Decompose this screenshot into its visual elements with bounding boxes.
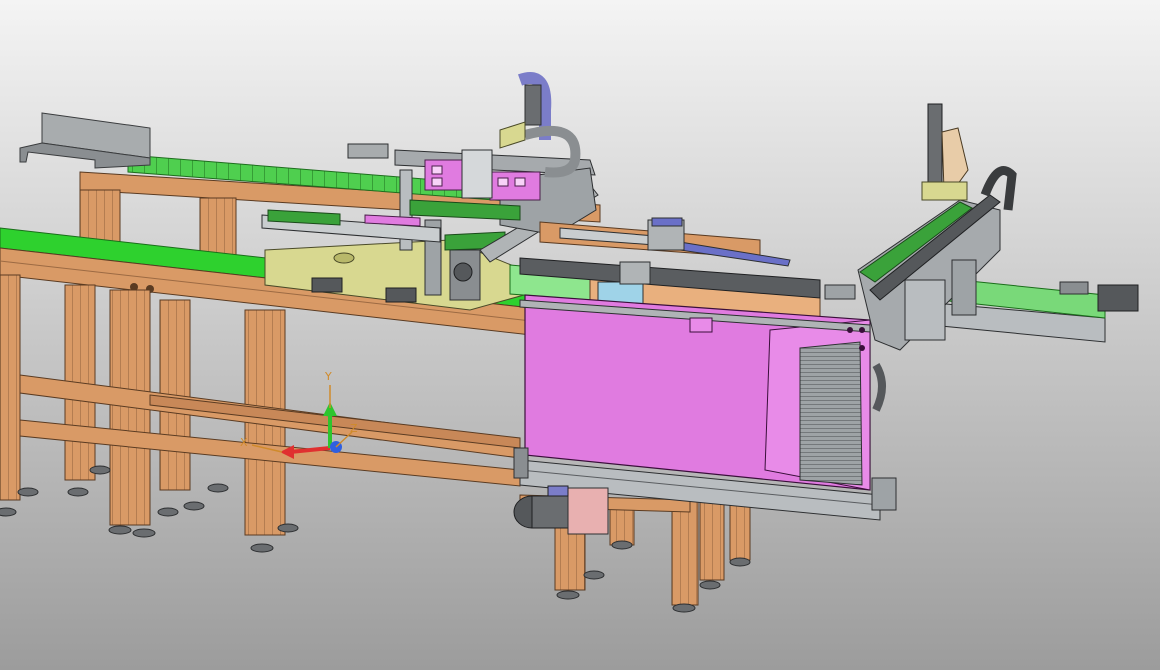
exit-end-roller <box>1097 284 1139 312</box>
carriage-window <box>431 165 443 175</box>
lift-column <box>951 259 977 316</box>
carriage-window <box>431 177 443 187</box>
panel-bolt <box>859 345 865 351</box>
cylinder-clamp <box>651 217 683 227</box>
base-clamp <box>311 277 343 293</box>
drive-motor-body <box>531 495 569 529</box>
z-axis-label: Z <box>350 422 358 435</box>
panel-bolt <box>847 327 853 333</box>
frame-leg <box>699 499 725 581</box>
sensor <box>824 284 856 300</box>
magazine-stack <box>799 341 863 486</box>
magazine-bracket <box>689 317 713 333</box>
motor-end <box>453 262 473 282</box>
cable-bundle <box>513 447 529 479</box>
lift-column <box>904 279 946 341</box>
exit-end-bracket <box>1059 281 1089 295</box>
frame-leg <box>671 499 699 606</box>
base-clamp <box>385 287 417 303</box>
frame-leg <box>729 504 751 561</box>
board-magazine[interactable] <box>513 294 897 535</box>
frame-leg <box>0 274 21 501</box>
z-axis-head <box>461 149 493 199</box>
x-axis-label: X <box>240 436 248 449</box>
y-axis-label: Y <box>324 370 332 383</box>
carriage-window <box>514 177 526 187</box>
feeder-block <box>619 261 651 285</box>
vertical-axis <box>927 103 943 195</box>
cad-3d-viewport[interactable]: Y X Z <box>0 0 1160 670</box>
carriage-window <box>497 177 509 187</box>
lift-head <box>921 181 968 201</box>
rail-end-cap <box>871 477 897 511</box>
assembly-model-scene[interactable]: Y X Z <box>0 0 1160 670</box>
servo-motor <box>524 84 542 126</box>
base-hole <box>333 252 355 264</box>
coupling <box>547 485 569 497</box>
panel-bolt <box>859 327 865 333</box>
z-axis-motor <box>347 143 389 159</box>
motor-mount-plate <box>567 487 609 535</box>
